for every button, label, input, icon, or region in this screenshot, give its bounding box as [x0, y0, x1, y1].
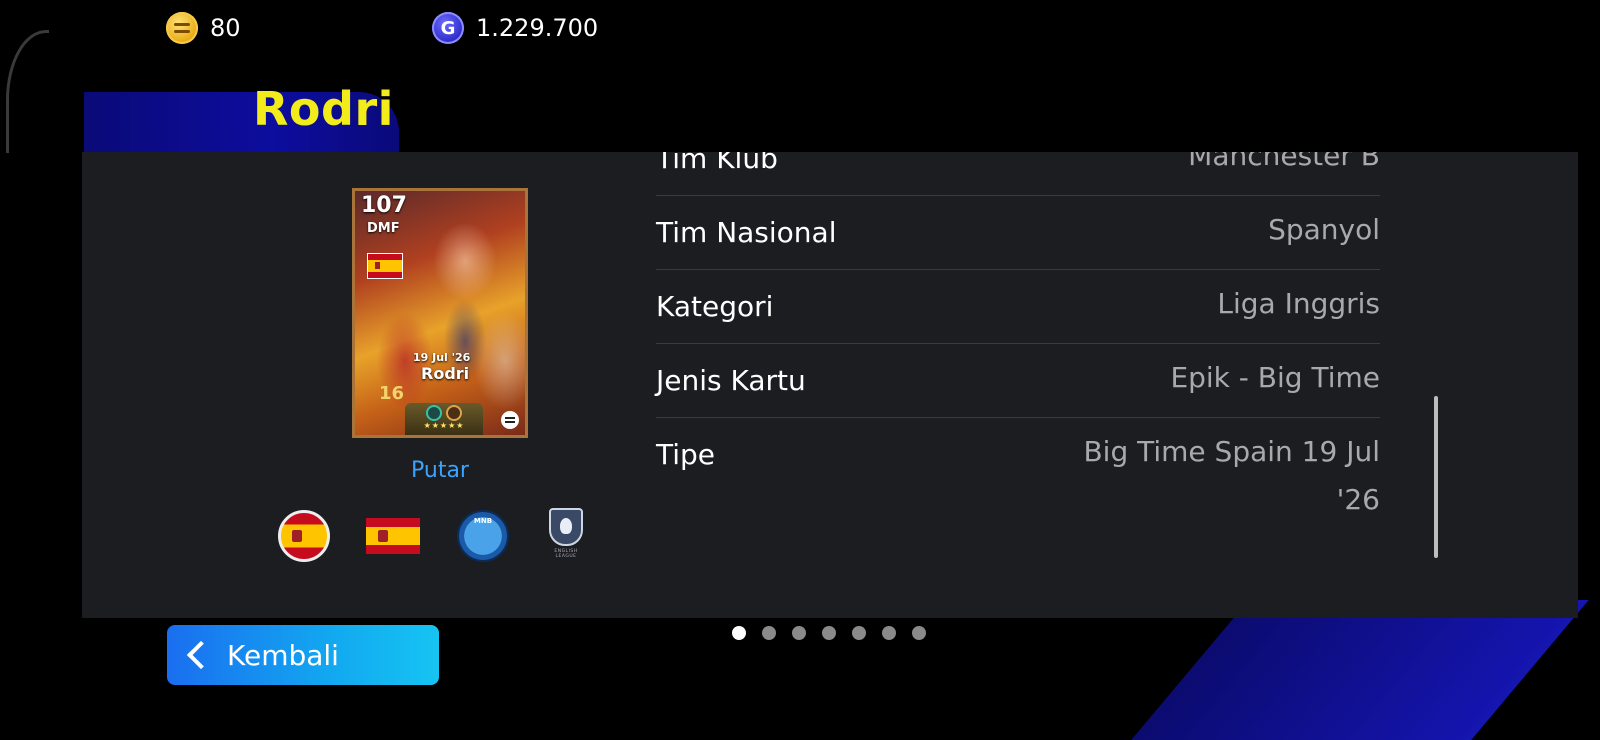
edge-decoration: [6, 30, 49, 153]
info-value: Spanyol: [1268, 213, 1380, 246]
card-stars: ★★★★★: [423, 421, 465, 430]
info-label: Jenis Kartu: [656, 364, 806, 397]
background-stripe: [1131, 600, 1589, 740]
skill-icon: [446, 405, 462, 421]
page-indicator: [732, 626, 926, 640]
club-badge-icon: MNB: [457, 510, 509, 562]
info-value: Liga Inggris: [1217, 287, 1380, 320]
page-title: Rodri: [253, 82, 394, 136]
info-row-card-type: Jenis Kartu Epik - Big Time: [656, 344, 1380, 418]
info-row-category: Kategori Liga Inggris: [656, 270, 1380, 344]
player-card[interactable]: 107 DMF 19 Jul '26 Rodri 16 ★★★★★: [352, 188, 528, 438]
info-label: Tim Nasional: [656, 216, 837, 249]
coins-display[interactable]: 80: [166, 12, 241, 44]
info-label: Tipe: [656, 438, 716, 471]
card-date: 19 Jul '26: [413, 351, 471, 364]
info-value: Epik - Big Time: [1170, 361, 1380, 394]
page-dot[interactable]: [852, 626, 866, 640]
scrollbar[interactable]: [1434, 396, 1438, 558]
gp-value: 1.229.700: [476, 14, 599, 42]
coins-value: 80: [210, 14, 241, 42]
gp-icon: G: [432, 12, 464, 44]
card-rating: 107: [361, 193, 407, 218]
player-info-panel: 107 DMF 19 Jul '26 Rodri 16 ★★★★★ Putar …: [82, 152, 1578, 618]
info-label: Tim Klub: [656, 152, 778, 175]
info-table: Tim Klub Manchester B Tim Nasional Spany…: [656, 152, 1380, 538]
page-dot[interactable]: [732, 626, 746, 640]
efootball-coin-icon: [166, 12, 198, 44]
card-player-name: Rodri: [421, 364, 470, 383]
skill-icon: [426, 405, 442, 421]
efootball-logo-icon: [501, 411, 519, 429]
back-button-label: Kembali: [227, 638, 339, 672]
play-button[interactable]: Putar: [395, 458, 485, 483]
page-dot[interactable]: [792, 626, 806, 640]
spain-flag-icon: [366, 518, 420, 554]
gp-display[interactable]: G 1.229.700: [432, 12, 598, 44]
info-row-club: Tim Klub Manchester B: [656, 152, 1380, 196]
info-row-national-team: Tim Nasional Spanyol: [656, 196, 1380, 270]
chevron-left-icon: [186, 640, 216, 670]
info-value: Manchester B: [1188, 152, 1380, 172]
english-league-icon: ENGLISH LEAGUE: [546, 508, 586, 564]
spain-flag-icon: [367, 253, 403, 279]
spain-round-flag-icon: [278, 510, 330, 562]
back-button[interactable]: Kembali: [167, 625, 439, 685]
page-dot[interactable]: [912, 626, 926, 640]
info-label: Kategori: [656, 290, 774, 323]
page-dot[interactable]: [822, 626, 836, 640]
card-position: DMF: [367, 221, 400, 236]
info-value: Big Time Spain 19 Jul '26: [1083, 435, 1380, 516]
page-dot[interactable]: [762, 626, 776, 640]
page-dot[interactable]: [882, 626, 896, 640]
card-skill-plate: ★★★★★: [405, 403, 483, 435]
card-shirt-number: 16: [379, 383, 405, 404]
info-row-type: Tipe Big Time Spain 19 Jul '26: [656, 418, 1380, 538]
